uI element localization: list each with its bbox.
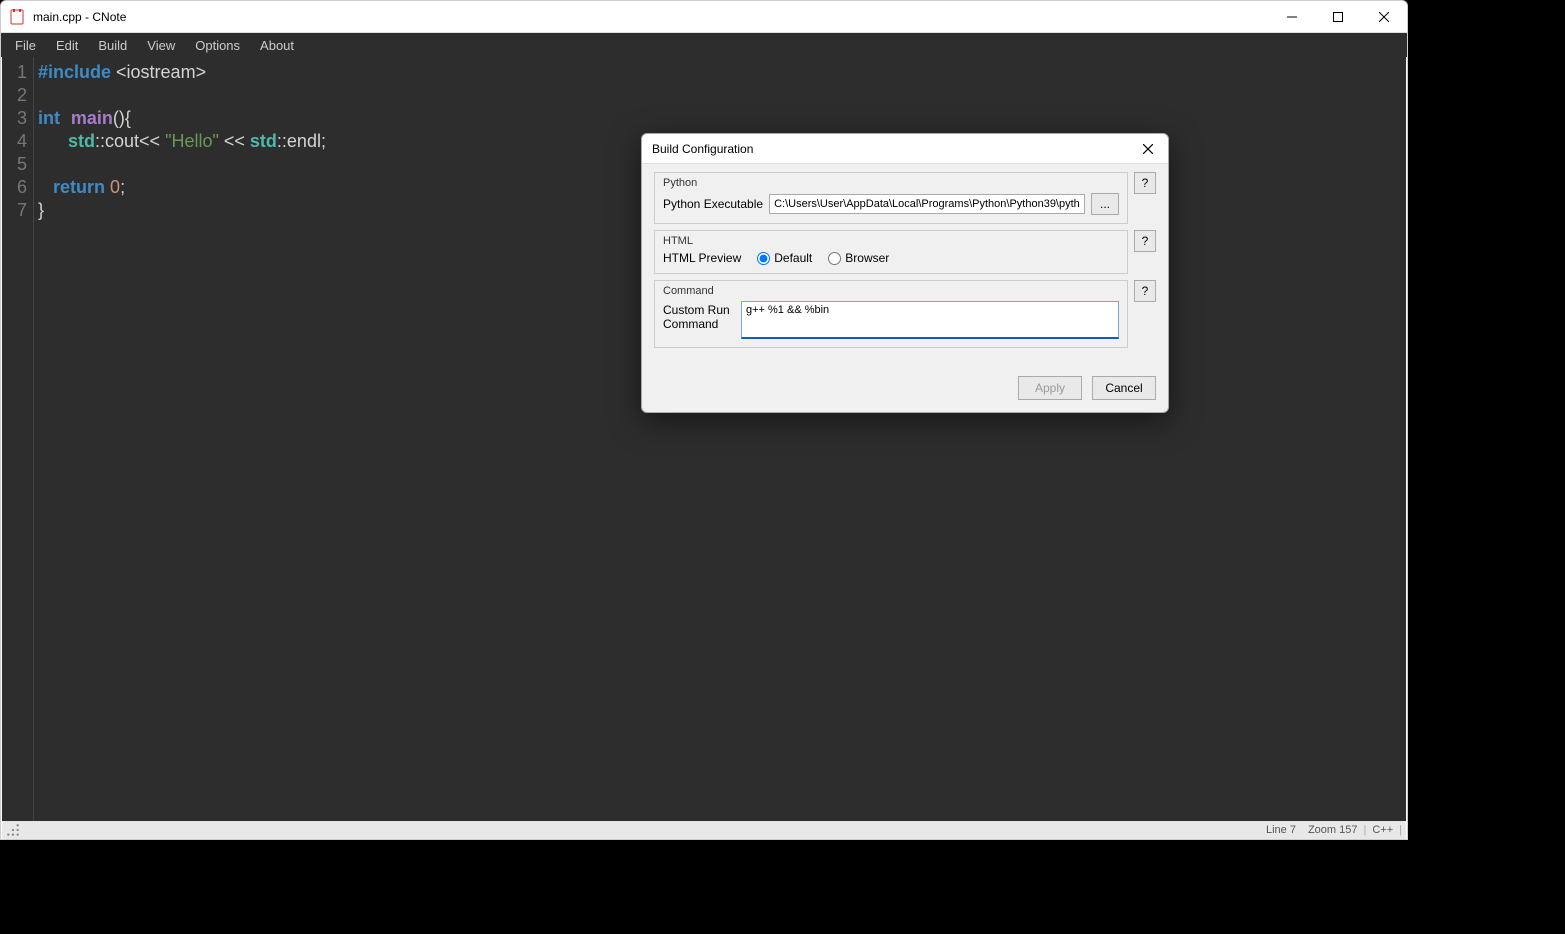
code-token: "Hello" bbox=[165, 131, 219, 151]
app-icon bbox=[9, 9, 25, 25]
code-token: ::cout<< bbox=[95, 131, 165, 151]
status-line: Line 7 bbox=[1260, 824, 1302, 836]
cancel-button[interactable]: Cancel bbox=[1092, 376, 1156, 400]
status-zoom: Zoom 157 bbox=[1302, 824, 1364, 836]
line-number: 7 bbox=[2, 199, 33, 222]
dialog-title: Build Configuration bbox=[642, 142, 753, 156]
group-label: Python bbox=[663, 177, 1119, 189]
line-number: 2 bbox=[2, 84, 33, 107]
close-button[interactable] bbox=[1361, 1, 1407, 33]
html-group: HTML HTML Preview Default Browser bbox=[654, 230, 1128, 274]
line-number: 3 bbox=[2, 107, 33, 130]
statusbar: Line 7 Zoom 157| C++| bbox=[2, 821, 1406, 839]
code-token: return bbox=[53, 177, 105, 197]
status-lang: C++ bbox=[1366, 824, 1399, 836]
python-group: Python Python Executable ... bbox=[654, 172, 1128, 224]
menu-about[interactable]: About bbox=[250, 36, 304, 55]
python-exec-label: Python Executable bbox=[663, 197, 763, 211]
maximize-button[interactable] bbox=[1315, 1, 1361, 33]
help-button[interactable]: ? bbox=[1134, 280, 1156, 302]
radio-default-input[interactable] bbox=[757, 252, 770, 265]
custom-run-input[interactable]: g++ %1 && %bin bbox=[741, 301, 1119, 339]
code-token: } bbox=[38, 200, 44, 220]
line-number: 6 bbox=[2, 176, 33, 199]
dialog-close-button[interactable] bbox=[1128, 134, 1168, 164]
group-label: Command bbox=[663, 285, 1119, 297]
custom-run-label: Custom Run Command bbox=[663, 301, 735, 331]
code-token: std bbox=[68, 131, 95, 151]
gutter: 1 2 3 4 5 6 7 bbox=[2, 57, 34, 821]
code-token: 0 bbox=[110, 177, 120, 197]
code-token: << bbox=[219, 131, 250, 151]
command-group: Command Custom Run Command g++ %1 && %bi… bbox=[654, 280, 1128, 348]
code-token: #include bbox=[38, 62, 111, 82]
code-token bbox=[38, 177, 53, 197]
menu-view[interactable]: View bbox=[137, 36, 185, 55]
help-button[interactable]: ? bbox=[1134, 230, 1156, 252]
menu-file[interactable]: File bbox=[5, 36, 46, 55]
code-token: main bbox=[71, 108, 113, 128]
menubar: File Edit Build View Options About bbox=[1, 33, 1407, 57]
help-button[interactable]: ? bbox=[1134, 172, 1156, 194]
radio-label: Default bbox=[774, 251, 812, 265]
radio-default[interactable]: Default bbox=[757, 251, 812, 265]
line-number: 4 bbox=[2, 130, 33, 153]
radio-browser[interactable]: Browser bbox=[828, 251, 889, 265]
python-exec-input[interactable] bbox=[769, 194, 1085, 214]
code-token: ::endl; bbox=[277, 131, 326, 151]
code-token: (){ bbox=[113, 108, 131, 128]
app-window: main.cpp - CNote File Edit Build View Op… bbox=[0, 0, 1408, 840]
menu-options[interactable]: Options bbox=[185, 36, 250, 55]
code-token: ; bbox=[120, 177, 125, 197]
browse-button[interactable]: ... bbox=[1091, 193, 1119, 215]
code-token bbox=[38, 131, 68, 151]
minimize-button[interactable] bbox=[1269, 1, 1315, 33]
html-preview-label: HTML Preview bbox=[663, 251, 741, 265]
close-icon bbox=[1143, 144, 1153, 154]
menu-build[interactable]: Build bbox=[88, 36, 137, 55]
build-config-dialog: Build Configuration Python Python Execut… bbox=[641, 133, 1169, 413]
titlebar[interactable]: main.cpp - CNote bbox=[1, 1, 1407, 33]
menu-edit[interactable]: Edit bbox=[46, 36, 88, 55]
code-token: int bbox=[38, 108, 60, 128]
dialog-titlebar[interactable]: Build Configuration bbox=[642, 134, 1168, 164]
apply-button[interactable]: Apply bbox=[1018, 376, 1082, 400]
radio-browser-input[interactable] bbox=[828, 252, 841, 265]
resize-grip-icon bbox=[6, 823, 20, 837]
line-number: 1 bbox=[2, 61, 33, 84]
line-number: 5 bbox=[2, 153, 33, 176]
window-title: main.cpp - CNote bbox=[33, 10, 126, 24]
radio-label: Browser bbox=[845, 251, 889, 265]
group-label: HTML bbox=[663, 235, 1119, 247]
code-token: std bbox=[250, 131, 277, 151]
code-token: <iostream> bbox=[111, 62, 206, 82]
